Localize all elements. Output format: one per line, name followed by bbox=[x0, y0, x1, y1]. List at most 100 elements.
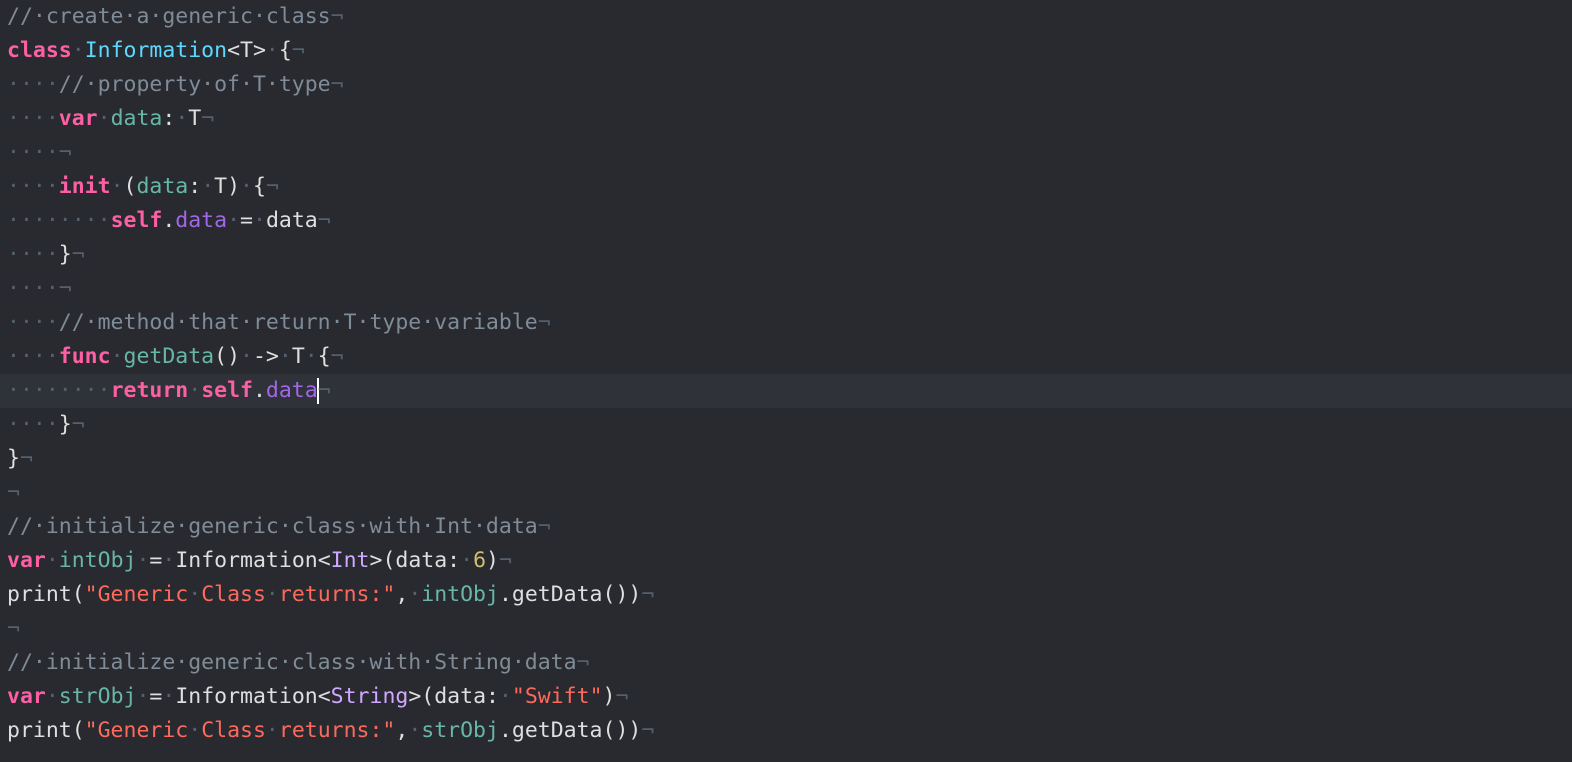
invisible-whitespace: ···· bbox=[7, 310, 59, 335]
invisible-whitespace: · bbox=[188, 718, 202, 743]
invisible-whitespace: ····¬ bbox=[7, 276, 72, 301]
property-token: data bbox=[265, 378, 318, 403]
invisible-whitespace: · bbox=[45, 684, 59, 709]
code-line[interactable]: class·Information<T>·{¬ bbox=[0, 34, 1572, 68]
string-literal-token: Class bbox=[201, 582, 266, 607]
string-literal-token: returns:" bbox=[278, 718, 396, 743]
identifier-token: strObj bbox=[421, 718, 499, 743]
invisible-whitespace: ¬ bbox=[641, 582, 655, 607]
code-line[interactable]: ····}¬ bbox=[0, 408, 1572, 442]
invisible-whitespace: · bbox=[240, 174, 253, 199]
plain-token: { bbox=[253, 174, 266, 199]
code-line[interactable]: //·initialize·generic·class·with·String·… bbox=[0, 646, 1572, 680]
keyword-token: var bbox=[7, 684, 46, 709]
identifier-token: strObj bbox=[58, 684, 137, 709]
code-line[interactable]: //·create·a·generic·class¬ bbox=[0, 0, 1572, 34]
plain-token: } bbox=[58, 412, 72, 437]
keyword-token: self bbox=[110, 208, 163, 233]
invisible-whitespace: · bbox=[304, 344, 318, 369]
invisible-whitespace: ···· bbox=[7, 344, 59, 369]
code-line[interactable]: ¬ bbox=[0, 476, 1572, 510]
code-line[interactable]: ····¬ bbox=[0, 136, 1572, 170]
plain-token: .getData()) bbox=[498, 718, 642, 743]
code-line[interactable]: print("Generic·Class·returns:",·strObj.g… bbox=[0, 714, 1572, 748]
invisible-whitespace: · bbox=[227, 208, 241, 233]
number-literal-token: 6 bbox=[473, 548, 487, 573]
code-line[interactable]: var·intObj·=·Information<Int>(data:·6)¬ bbox=[0, 544, 1572, 578]
invisible-whitespace: ¬ bbox=[71, 412, 85, 437]
invisible-whitespace: · bbox=[408, 718, 422, 743]
plain-token: : bbox=[162, 106, 176, 131]
identifier-token: data bbox=[136, 174, 189, 199]
invisible-whitespace: ¬ bbox=[317, 208, 331, 233]
invisible-whitespace: · bbox=[162, 548, 176, 573]
invisible-whitespace: ¬ bbox=[265, 174, 279, 199]
keyword-token: class bbox=[7, 38, 72, 63]
plain-token: { bbox=[317, 344, 331, 369]
identifier-token: intObj bbox=[421, 582, 499, 607]
plain-token: . bbox=[252, 378, 266, 403]
code-line[interactable]: ····func·getData()·->·T·{¬ bbox=[0, 340, 1572, 374]
code-line[interactable]: ····}¬ bbox=[0, 238, 1572, 272]
invisible-whitespace: ¬ bbox=[201, 106, 215, 131]
type-token: Int bbox=[330, 548, 370, 573]
code-line[interactable]: ····//·method·that·return·T·type·variabl… bbox=[0, 306, 1572, 340]
code-line[interactable]: ····var·data:·T¬ bbox=[0, 102, 1572, 136]
invisible-whitespace: ¬ bbox=[641, 718, 655, 743]
code-line[interactable]: ····//·property·of·T·type¬ bbox=[0, 68, 1572, 102]
plain-token: , bbox=[395, 582, 409, 607]
plain-token: = bbox=[149, 684, 163, 709]
class-name-token: Information bbox=[84, 38, 228, 63]
invisible-whitespace: · bbox=[278, 344, 292, 369]
code-line[interactable]: ····¬ bbox=[0, 272, 1572, 306]
code-line[interactable]: ¬ bbox=[0, 612, 1572, 646]
plain-token: print( bbox=[7, 718, 85, 743]
plain-token: >(data: bbox=[408, 684, 499, 709]
code-line[interactable]: ········return·self.data¬ bbox=[0, 374, 1572, 408]
plain-token: : bbox=[188, 174, 202, 199]
plain-token: T) bbox=[214, 174, 241, 199]
invisible-whitespace: ···· bbox=[7, 412, 59, 437]
invisible-whitespace: ¬ bbox=[330, 72, 344, 97]
comment-token: //·method·that·return·T·type·variable bbox=[58, 310, 538, 335]
invisible-whitespace: ¬ bbox=[576, 650, 590, 675]
identifier-token: data bbox=[110, 106, 163, 131]
invisible-whitespace: ¬ bbox=[291, 38, 305, 63]
plain-token: Information< bbox=[175, 548, 331, 573]
plain-token: Information< bbox=[175, 684, 331, 709]
code-line[interactable]: print("Generic·Class·returns:",·intObj.g… bbox=[0, 578, 1572, 612]
invisible-whitespace: · bbox=[460, 548, 474, 573]
code-line[interactable]: ········self.data·=·data¬ bbox=[0, 204, 1572, 238]
invisible-whitespace: · bbox=[136, 684, 150, 709]
invisible-whitespace: · bbox=[97, 106, 111, 131]
code-editor[interactable]: //·create·a·generic·class¬ class·Informat… bbox=[0, 0, 1572, 762]
code-line[interactable]: var·strObj·=·Information<String>(data:·"… bbox=[0, 680, 1572, 714]
plain-token: ) bbox=[486, 548, 499, 573]
keyword-token: func bbox=[58, 344, 111, 369]
plain-token: -> bbox=[252, 344, 279, 369]
string-literal-token: returns:" bbox=[278, 582, 396, 607]
plain-token: . bbox=[162, 208, 176, 233]
invisible-whitespace: ¬ bbox=[537, 310, 551, 335]
keyword-token: self bbox=[201, 378, 253, 403]
plain-token: ( bbox=[123, 174, 137, 199]
invisible-whitespace: · bbox=[252, 208, 266, 233]
invisible-whitespace: ¬ bbox=[537, 514, 551, 539]
plain-token: print( bbox=[7, 582, 85, 607]
invisible-whitespace: ¬ bbox=[615, 684, 629, 709]
code-line[interactable]: ····init·(data:·T)·{¬ bbox=[0, 170, 1572, 204]
invisible-whitespace: · bbox=[175, 106, 189, 131]
invisible-whitespace: ¬ bbox=[498, 548, 512, 573]
comment-token: //·property·of·T·type bbox=[58, 72, 331, 97]
plain-token: T bbox=[291, 344, 305, 369]
string-literal-token: "Generic bbox=[84, 582, 189, 607]
comment-token: //·initialize·generic·class·with·Int·dat… bbox=[7, 514, 538, 539]
plain-token: { bbox=[278, 38, 292, 63]
plain-token: = bbox=[149, 548, 163, 573]
code-line[interactable]: //·initialize·generic·class·with·Int·dat… bbox=[0, 510, 1572, 544]
code-line[interactable]: }¬ bbox=[0, 442, 1572, 476]
invisible-whitespace: ···· bbox=[7, 242, 59, 267]
invisible-whitespace: · bbox=[162, 684, 176, 709]
invisible-whitespace: · bbox=[201, 174, 215, 199]
invisible-whitespace: · bbox=[408, 582, 422, 607]
